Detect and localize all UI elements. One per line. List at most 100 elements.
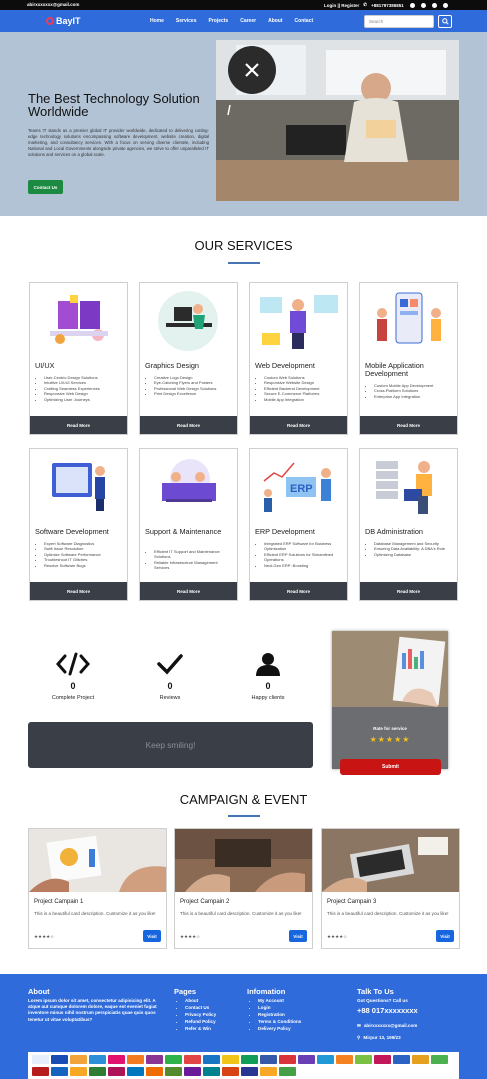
footer-pages-list: About Contact Us Privacy Policy Refund P… bbox=[177, 997, 216, 1032]
campaign-image bbox=[29, 829, 166, 892]
service-points: Custom Web Solutions Responsive Website … bbox=[258, 375, 342, 402]
service-points: Custom Mobile App Development Cross-Plat… bbox=[368, 383, 452, 399]
campaign-rating: ★★★★☆ bbox=[180, 934, 201, 939]
service-title: ERP Development bbox=[255, 527, 315, 536]
nav-home[interactable]: Home bbox=[150, 18, 164, 24]
service-point: Next-Gen ERP: Boosting bbox=[264, 563, 342, 568]
close-icon bbox=[245, 63, 259, 77]
footer-link-registration[interactable]: Registration bbox=[258, 1011, 301, 1018]
db-administration-illustration bbox=[360, 449, 457, 522]
payment-logo bbox=[203, 1055, 220, 1064]
payment-logo bbox=[127, 1066, 144, 1076]
top-phone: +881797386851 bbox=[371, 2, 404, 8]
footer-link-about[interactable]: About bbox=[185, 997, 216, 1004]
service-point: Print Design Excellence bbox=[154, 391, 232, 396]
stat-happy-clients: 0 Happy clients bbox=[228, 652, 308, 701]
contact-us-button[interactable]: Contact Us bbox=[28, 180, 63, 194]
nagad-logo bbox=[127, 1055, 144, 1064]
service-card-erp-development: ERP ERP Development Integrated ERP Softw… bbox=[249, 448, 348, 601]
footer-address-row: ⚲ Mirpur 13, 199/23 bbox=[357, 1035, 401, 1041]
rating-stars[interactable]: ★★★★★ bbox=[332, 735, 448, 744]
visit-button[interactable]: Visit bbox=[289, 930, 307, 942]
instagram-icon[interactable] bbox=[431, 2, 437, 8]
campaign-image bbox=[175, 829, 312, 892]
payment-logo bbox=[241, 1066, 258, 1076]
services-divider bbox=[228, 262, 260, 264]
footer-email[interactable]: abirxxxxxxx@gmail.com bbox=[364, 1023, 418, 1029]
page: abirxxxxxxx@gmail.com Login || Register … bbox=[0, 0, 487, 1079]
footer-link-refer[interactable]: Refer & Win bbox=[185, 1025, 216, 1032]
payment-logo bbox=[279, 1066, 296, 1076]
footer-pages-title: Pages bbox=[174, 987, 197, 996]
service-card-support-maintenance: Support & Maintenance Efficient IT Suppo… bbox=[139, 448, 238, 601]
nav-about[interactable]: About bbox=[268, 18, 282, 24]
footer-link-privacy[interactable]: Privacy Policy bbox=[185, 1011, 216, 1018]
stat-value: 0 bbox=[167, 681, 173, 691]
nav-links: Home Services Projects Career About Cont… bbox=[150, 18, 313, 24]
top-email: abirxxxxxxx@gmail.com bbox=[27, 2, 80, 7]
footer-phone[interactable]: +88 017xxxxxxxx bbox=[357, 1006, 418, 1015]
service-title: DB Administration bbox=[365, 527, 423, 536]
read-more-button[interactable]: Read More bbox=[30, 582, 127, 600]
facebook-icon[interactable] bbox=[409, 2, 415, 8]
submit-button[interactable]: Submit bbox=[340, 759, 441, 775]
top-right: Login || Register ✆ +881797386851 bbox=[324, 2, 448, 8]
footer-link-contact[interactable]: Contact Us bbox=[185, 1004, 216, 1011]
close-button[interactable] bbox=[228, 46, 276, 94]
payment-logo bbox=[203, 1066, 220, 1076]
service-point: Reliable Infrastructure Management Servi… bbox=[154, 560, 232, 571]
nav-projects[interactable]: Projects bbox=[208, 18, 228, 24]
nav-services[interactable]: Services bbox=[176, 18, 197, 24]
service-card-ui-ux: UI/UX User-Centric Design Solutions Intu… bbox=[29, 282, 128, 435]
logo-icon bbox=[46, 17, 54, 25]
footer-link-refund[interactable]: Refund Policy bbox=[185, 1018, 216, 1025]
footer-talk-title: Talk To Us bbox=[357, 987, 394, 996]
brand-logo[interactable]: BayIT bbox=[46, 16, 81, 26]
search-button[interactable] bbox=[438, 15, 452, 28]
payment-logo bbox=[89, 1066, 106, 1076]
stat-value: 0 bbox=[70, 681, 76, 691]
bkash-logo bbox=[108, 1055, 125, 1064]
search-input[interactable]: Search bbox=[364, 15, 434, 28]
visit-button[interactable]: Visit bbox=[143, 930, 161, 942]
payment-logo bbox=[298, 1055, 315, 1064]
rocket-logo bbox=[146, 1055, 163, 1064]
service-card-software-development: Software Development Expert Software Dia… bbox=[29, 448, 128, 601]
payment-logo bbox=[108, 1066, 125, 1076]
payment-logo bbox=[165, 1066, 182, 1076]
read-more-button[interactable]: Read More bbox=[250, 582, 347, 600]
amex-logo bbox=[89, 1055, 106, 1064]
footer-link-delivery[interactable]: Delivery Policy bbox=[258, 1025, 301, 1032]
software-development-illustration bbox=[30, 449, 127, 522]
footer-link-terms[interactable]: Terms & Conditions bbox=[258, 1018, 301, 1025]
service-point: Integrated ERP Software for Business Opt… bbox=[264, 541, 342, 552]
read-more-button[interactable]: Read More bbox=[140, 582, 237, 600]
payment-logo bbox=[412, 1055, 429, 1064]
services-heading: OUR SERVICES bbox=[194, 238, 293, 253]
user-icon bbox=[256, 653, 280, 676]
footer-link-account[interactable]: My Account bbox=[258, 997, 301, 1004]
stat-complete-project: 0 Complete Project bbox=[33, 652, 113, 701]
check-icon bbox=[157, 654, 183, 675]
service-points: Efficient IT Support and Maintenance Sol… bbox=[148, 549, 232, 571]
nav-contact[interactable]: Contact bbox=[295, 18, 314, 24]
footer-link-login[interactable]: Login bbox=[258, 1004, 301, 1011]
read-more-button[interactable]: Read More bbox=[140, 416, 237, 434]
service-title: Mobile Application Development bbox=[365, 361, 424, 378]
read-more-button[interactable]: Read More bbox=[360, 416, 457, 434]
payment-logo bbox=[355, 1055, 372, 1064]
visit-button[interactable]: Visit bbox=[436, 930, 454, 942]
service-point: Optimizing User Journeys bbox=[44, 397, 122, 402]
service-points: Expert Software Diagnostics Swift Issue … bbox=[38, 541, 122, 568]
read-more-button[interactable]: Read More bbox=[30, 416, 127, 434]
twitter-icon[interactable] bbox=[420, 2, 426, 8]
login-register-link[interactable]: Login || Register bbox=[324, 3, 359, 8]
payment-logo bbox=[260, 1055, 277, 1064]
footer-about-text: Lorem ipsum dolor sit amet, consectetur … bbox=[28, 998, 157, 1022]
nav-career[interactable]: Career bbox=[240, 18, 256, 24]
linkedin-icon[interactable] bbox=[442, 2, 448, 8]
payment-logo bbox=[279, 1055, 296, 1064]
read-more-button[interactable]: Read More bbox=[360, 582, 457, 600]
svg-text:ERP: ERP bbox=[290, 483, 313, 495]
read-more-button[interactable]: Read More bbox=[250, 416, 347, 434]
